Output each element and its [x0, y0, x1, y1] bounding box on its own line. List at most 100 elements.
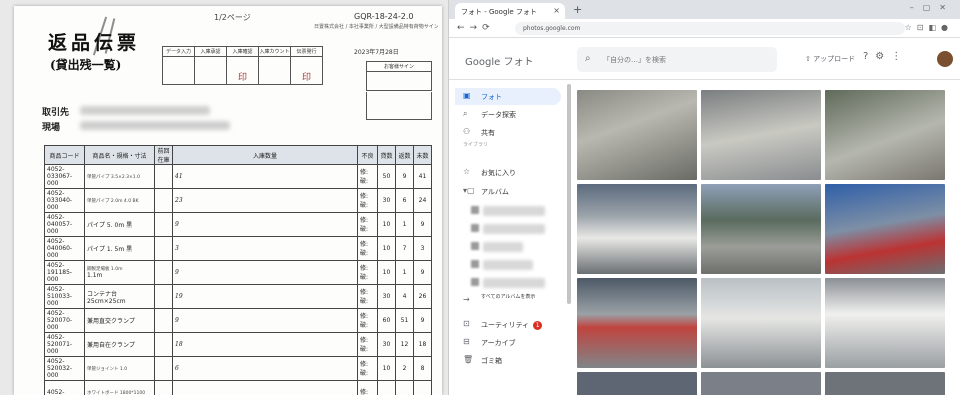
- album-item[interactable]: [483, 224, 545, 234]
- album-item[interactable]: [483, 206, 545, 216]
- album-item[interactable]: [483, 278, 545, 288]
- sidebar-item-utilities[interactable]: ⊡ ユーティリティ 1: [455, 316, 561, 333]
- return-qty: 2: [395, 356, 414, 381]
- document-number: GQR-18-24-2.0: [354, 12, 414, 21]
- tab-bar: フォト - Google フォト × + –▢✕: [449, 0, 960, 19]
- share-icon: ⚇: [463, 127, 471, 136]
- defect-cell: 修: 破:: [357, 212, 378, 237]
- photo-thumbnail[interactable]: [701, 184, 821, 274]
- prev-stock: [154, 356, 173, 381]
- prev-stock: [154, 308, 173, 333]
- defect-cell: 修: 破:: [357, 308, 378, 333]
- sidebar-item-archive[interactable]: ⊟ アーカイブ: [455, 334, 561, 351]
- sidebar-item-explore[interactable]: ⌕ データ探索: [455, 106, 561, 123]
- sidebar-item-sharing[interactable]: ⚇ 共有: [455, 124, 561, 141]
- header-icons[interactable]: ?⚙⋮: [863, 51, 908, 62]
- stamp-header: データ入力: [162, 46, 195, 57]
- search-icon: ⌕: [585, 53, 591, 64]
- album-item[interactable]: [483, 242, 523, 252]
- loan-qty: 10: [377, 356, 396, 381]
- loan-qty: 10: [377, 212, 396, 237]
- item-code: 4052-191185-000: [44, 260, 85, 285]
- defect-cell: 修: 破:: [357, 188, 378, 213]
- item-spec: 単管ジョイント 1.0: [87, 366, 128, 372]
- browser-tab[interactable]: フォト - Google フォト ×: [455, 3, 565, 19]
- photo-thumbnail[interactable]: [577, 372, 697, 395]
- photo-thumbnail[interactable]: [577, 90, 697, 180]
- prev-stock: [154, 332, 173, 357]
- sidebar: ▣ フォト ⌕ データ探索 ⚇ 共有 ライブラリ ☆ お気に入り ▾▢ アルバム → すべて…: [449, 80, 569, 395]
- table-row: 4052-033040-000 単管パイプ 2.0m 4.0 BK 23 修: 破: 3…: [44, 188, 432, 213]
- table-row: 4052-510033-000 コンテナ台 25cm×25cm 19 修: 破: 30 4…: [44, 284, 432, 309]
- photo-thumbnail[interactable]: [825, 372, 945, 395]
- item-code: 4052-520032-000: [44, 356, 85, 381]
- stamp-header: 入庫確認: [226, 46, 259, 57]
- browser-toolbar-icons[interactable]: ☆⊡◧●: [905, 23, 953, 32]
- photos-header: Google フォト ⌕ 「自分の…」を検索 ⇧ アップロード ?⚙⋮: [449, 38, 960, 80]
- window-controls[interactable]: –▢✕: [910, 3, 955, 12]
- loan-qty: 30: [377, 284, 396, 309]
- trash-icon: 🗑: [463, 355, 474, 364]
- loan-qty: 60: [377, 308, 396, 333]
- sign-label: お客様サイン: [367, 62, 431, 72]
- album-thumb: [471, 242, 479, 250]
- sidebar-item-trash[interactable]: 🗑 ゴミ箱: [455, 352, 561, 369]
- item-title: 兼用自在クランプ: [87, 342, 135, 349]
- tab-title: フォト - Google フォト: [461, 8, 537, 16]
- item-spec: 単管パイプ 2.0m 4.0 BK: [87, 198, 139, 204]
- archive-icon: ⊟: [463, 337, 470, 346]
- close-icon[interactable]: ×: [553, 6, 560, 15]
- photo-icon: ▣: [463, 91, 471, 100]
- remaining-qty: 26: [413, 284, 432, 309]
- slip-date: 2023年7月28日: [354, 49, 399, 56]
- album-thumb: [471, 278, 479, 286]
- photo-thumbnail[interactable]: [825, 90, 945, 180]
- sidebar-item-albums[interactable]: ▾▢ アルバム: [455, 183, 561, 200]
- sidebar-item-photos[interactable]: ▣ フォト: [455, 88, 561, 105]
- photo-thumbnail[interactable]: [825, 278, 945, 368]
- album-item[interactable]: [483, 260, 533, 270]
- photo-thumbnail[interactable]: [701, 372, 821, 395]
- sidebar-item-favorites[interactable]: ☆ お気に入り: [455, 164, 561, 181]
- nav-buttons[interactable]: ←→⟳: [457, 23, 495, 33]
- photo-thumbnail[interactable]: [701, 90, 821, 180]
- slip-title: 返品伝票: [48, 32, 141, 54]
- table-header: 商品コード 商品名・規格・寸法 前回在庫 入庫数量 不良 貸数 返数 未数: [44, 145, 432, 165]
- screen: 1/2ページ GQR-18-24-2.0 日置株式会社 / 本社事業所 / 大型…: [0, 0, 960, 395]
- browser-window: フォト - Google フォト × + –▢✕ ←→⟳ photos.goog…: [448, 0, 960, 395]
- loan-qty: 30: [377, 188, 396, 213]
- defect-cell: 修:: [357, 380, 378, 395]
- album-thumb: [471, 260, 479, 268]
- col-header: 貸数: [377, 145, 396, 165]
- item-name: 単管パイプ 3.5×2.3×1.0: [84, 164, 155, 189]
- show-all-albums-link[interactable]: → すべてのアルバムを表示: [455, 292, 561, 312]
- album-icon: ▾▢: [463, 186, 475, 195]
- avatar[interactable]: [937, 51, 953, 67]
- sidebar-scrollbar[interactable]: [567, 84, 571, 304]
- photo-thumbnail[interactable]: [577, 184, 697, 274]
- return-qty: 4: [395, 284, 414, 309]
- sign-area: [366, 92, 432, 120]
- app-logo[interactable]: Google フォト: [465, 53, 533, 68]
- stamp-cell: 印: [290, 56, 323, 85]
- item-code: 4052-: [44, 380, 85, 395]
- stamp-cell: 印: [226, 56, 259, 85]
- item-spec: ホワイトボード 1800*1100: [87, 390, 146, 395]
- customer-sign-box: お客様サイン: [366, 61, 432, 91]
- col-header: 不良: [357, 145, 378, 165]
- col-header: 商品名・規格・寸法: [84, 145, 155, 165]
- col-header: 商品コード: [44, 145, 85, 165]
- photo-thumbnail[interactable]: [701, 278, 821, 368]
- received-qty: 41: [172, 164, 358, 189]
- prev-stock: [154, 284, 173, 309]
- photo-thumbnail[interactable]: [825, 184, 945, 274]
- photo-thumbnail[interactable]: [577, 278, 697, 368]
- return-slip-page: 1/2ページ GQR-18-24-2.0 日置株式会社 / 本社事業所 / 大型…: [14, 6, 442, 395]
- upload-button[interactable]: ⇧ アップロード: [805, 54, 855, 64]
- new-tab-icon[interactable]: +: [573, 3, 582, 16]
- url-field[interactable]: photos.google.com: [515, 22, 905, 35]
- search-box[interactable]: ⌕ 「自分の…」を検索: [577, 47, 777, 72]
- item-code: 4052-033067-000: [44, 164, 85, 189]
- received-qty: [172, 380, 358, 395]
- col-header: 返数: [395, 145, 414, 165]
